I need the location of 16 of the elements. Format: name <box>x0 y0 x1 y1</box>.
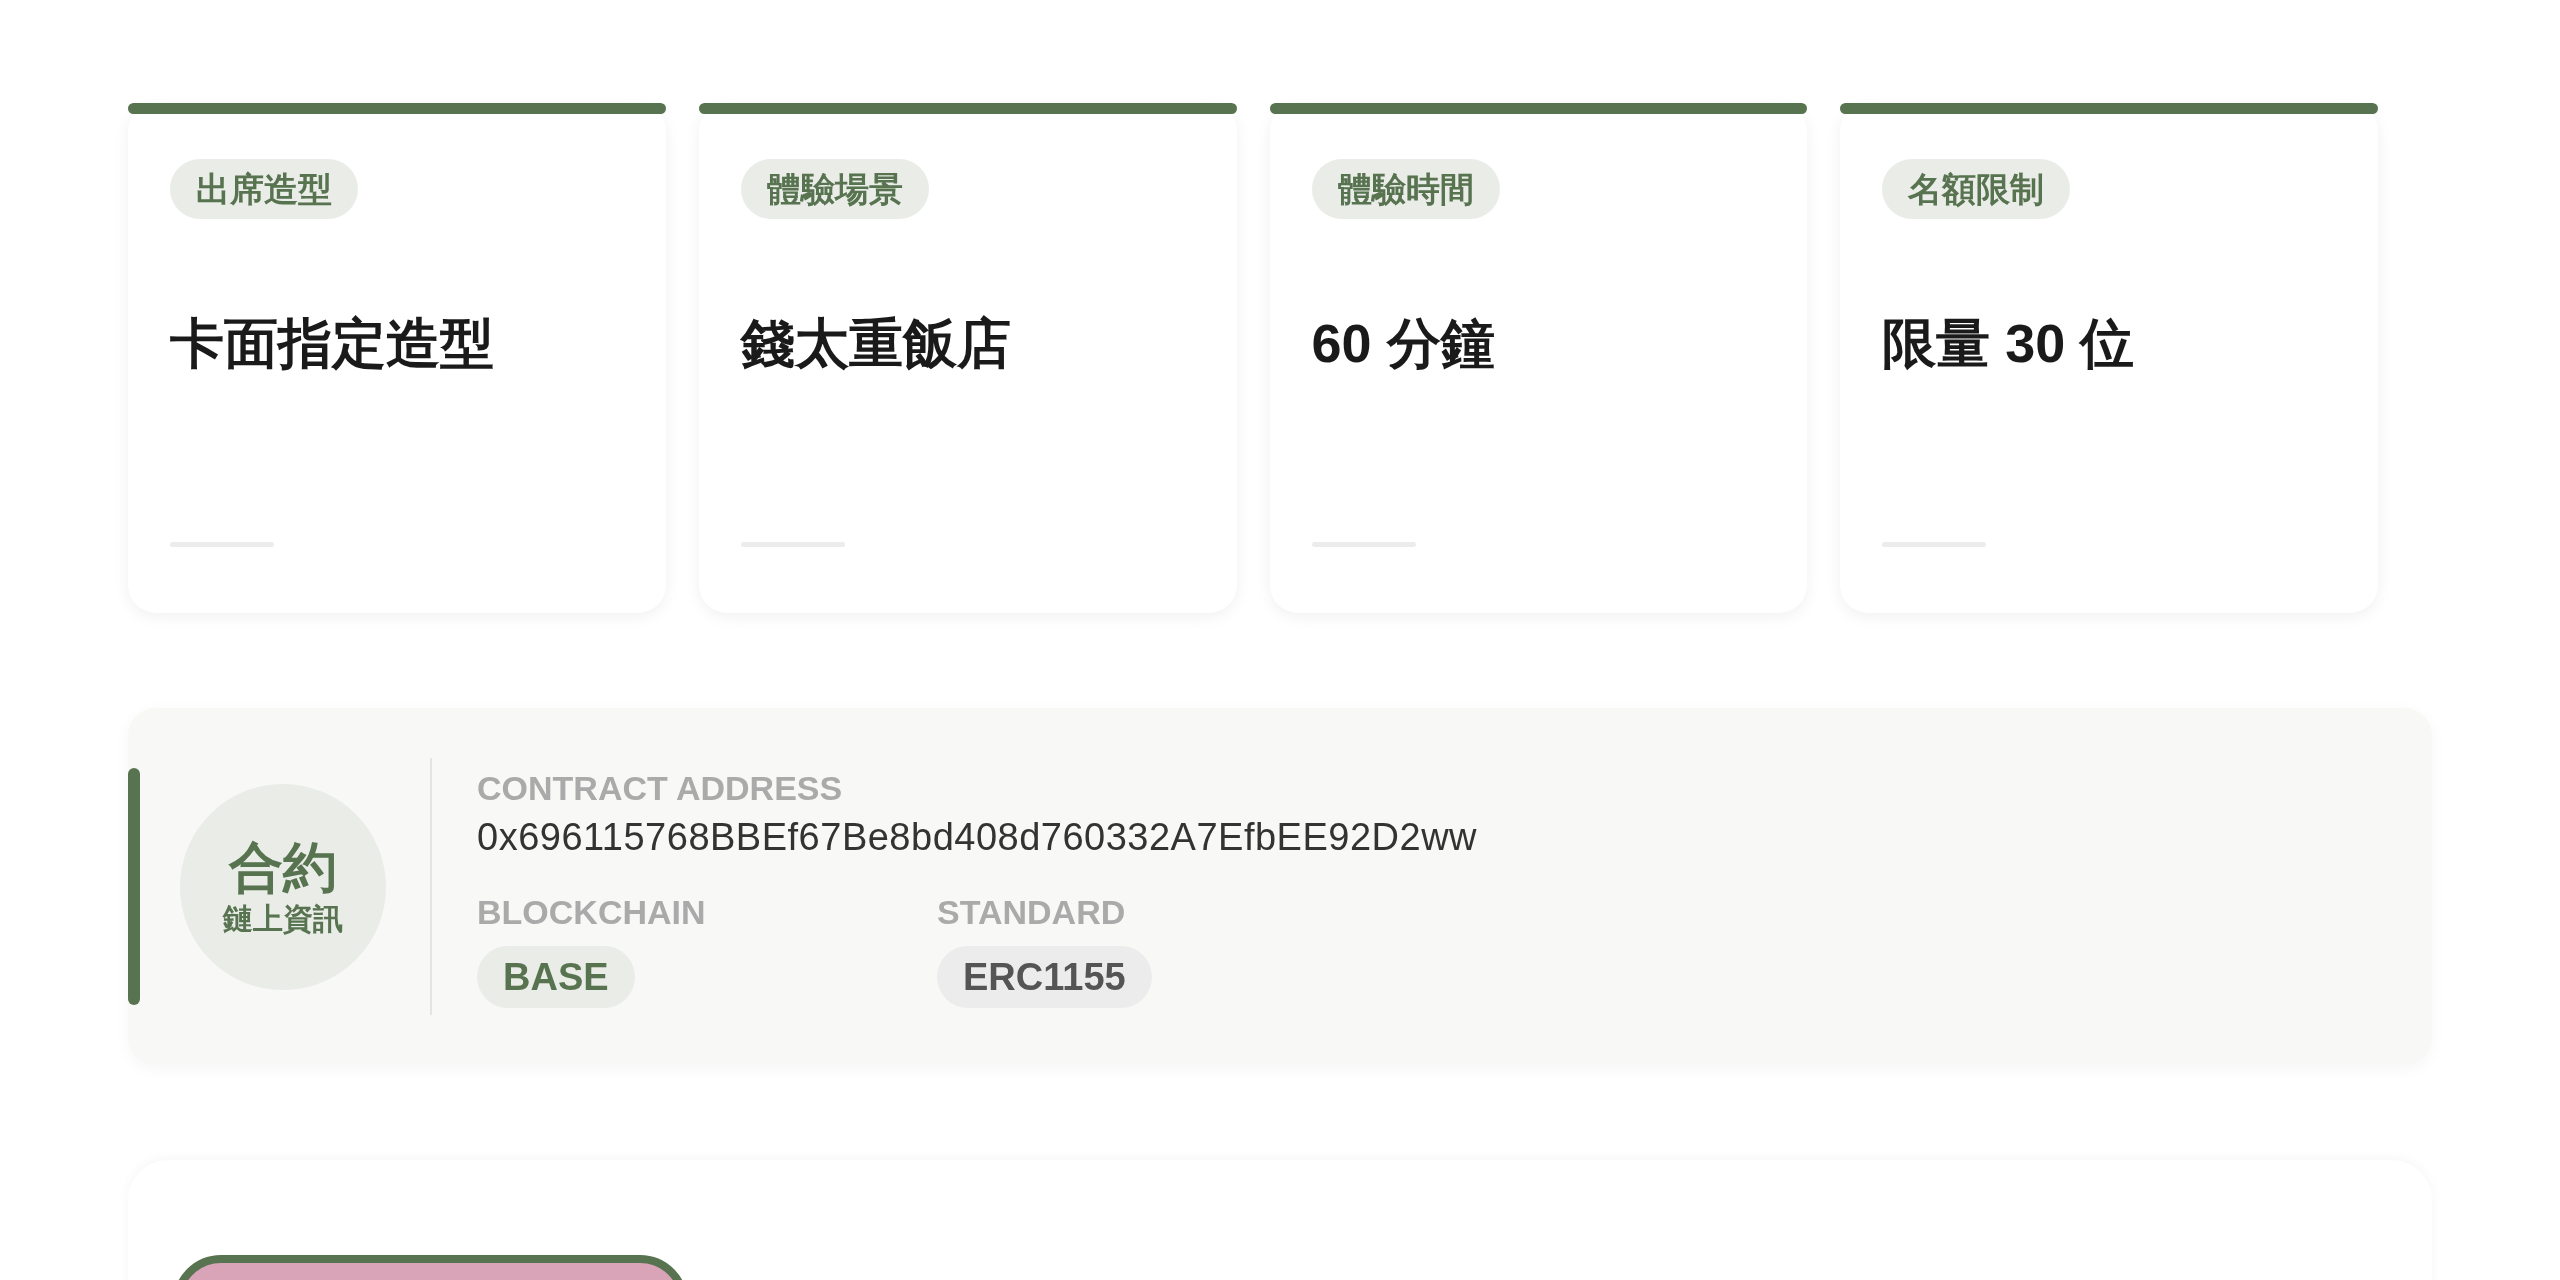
card-value: 卡面指定造型 <box>170 312 495 375</box>
card-tag: 體驗場景 <box>740 159 929 219</box>
badge-title: 合約 <box>229 835 337 899</box>
card-value: 60 分鐘 <box>1311 312 1496 375</box>
field-value: BASE <box>477 945 635 1008</box>
card-tag: 名額限制 <box>1882 159 2071 219</box>
card-value: 錢太重飯店 <box>740 312 1012 375</box>
field-value: ERC1155 <box>937 945 1152 1008</box>
card-tag: 體驗時間 <box>1311 159 1500 219</box>
field-label: CONTRACT ADDRESS <box>477 767 844 809</box>
field-label: BLOCKCHAIN <box>477 891 706 933</box>
card-value: 限量 30 位 <box>1882 312 2136 375</box>
badge-subtitle: 鏈上資訊 <box>223 900 343 937</box>
card-tag: 出席造型 <box>170 159 358 219</box>
contract-address: 0x696115768BBEf67Be8bd408d760332A7EfbEE92D2ww <box>477 814 1478 860</box>
field-label: STANDARD <box>937 891 1126 933</box>
